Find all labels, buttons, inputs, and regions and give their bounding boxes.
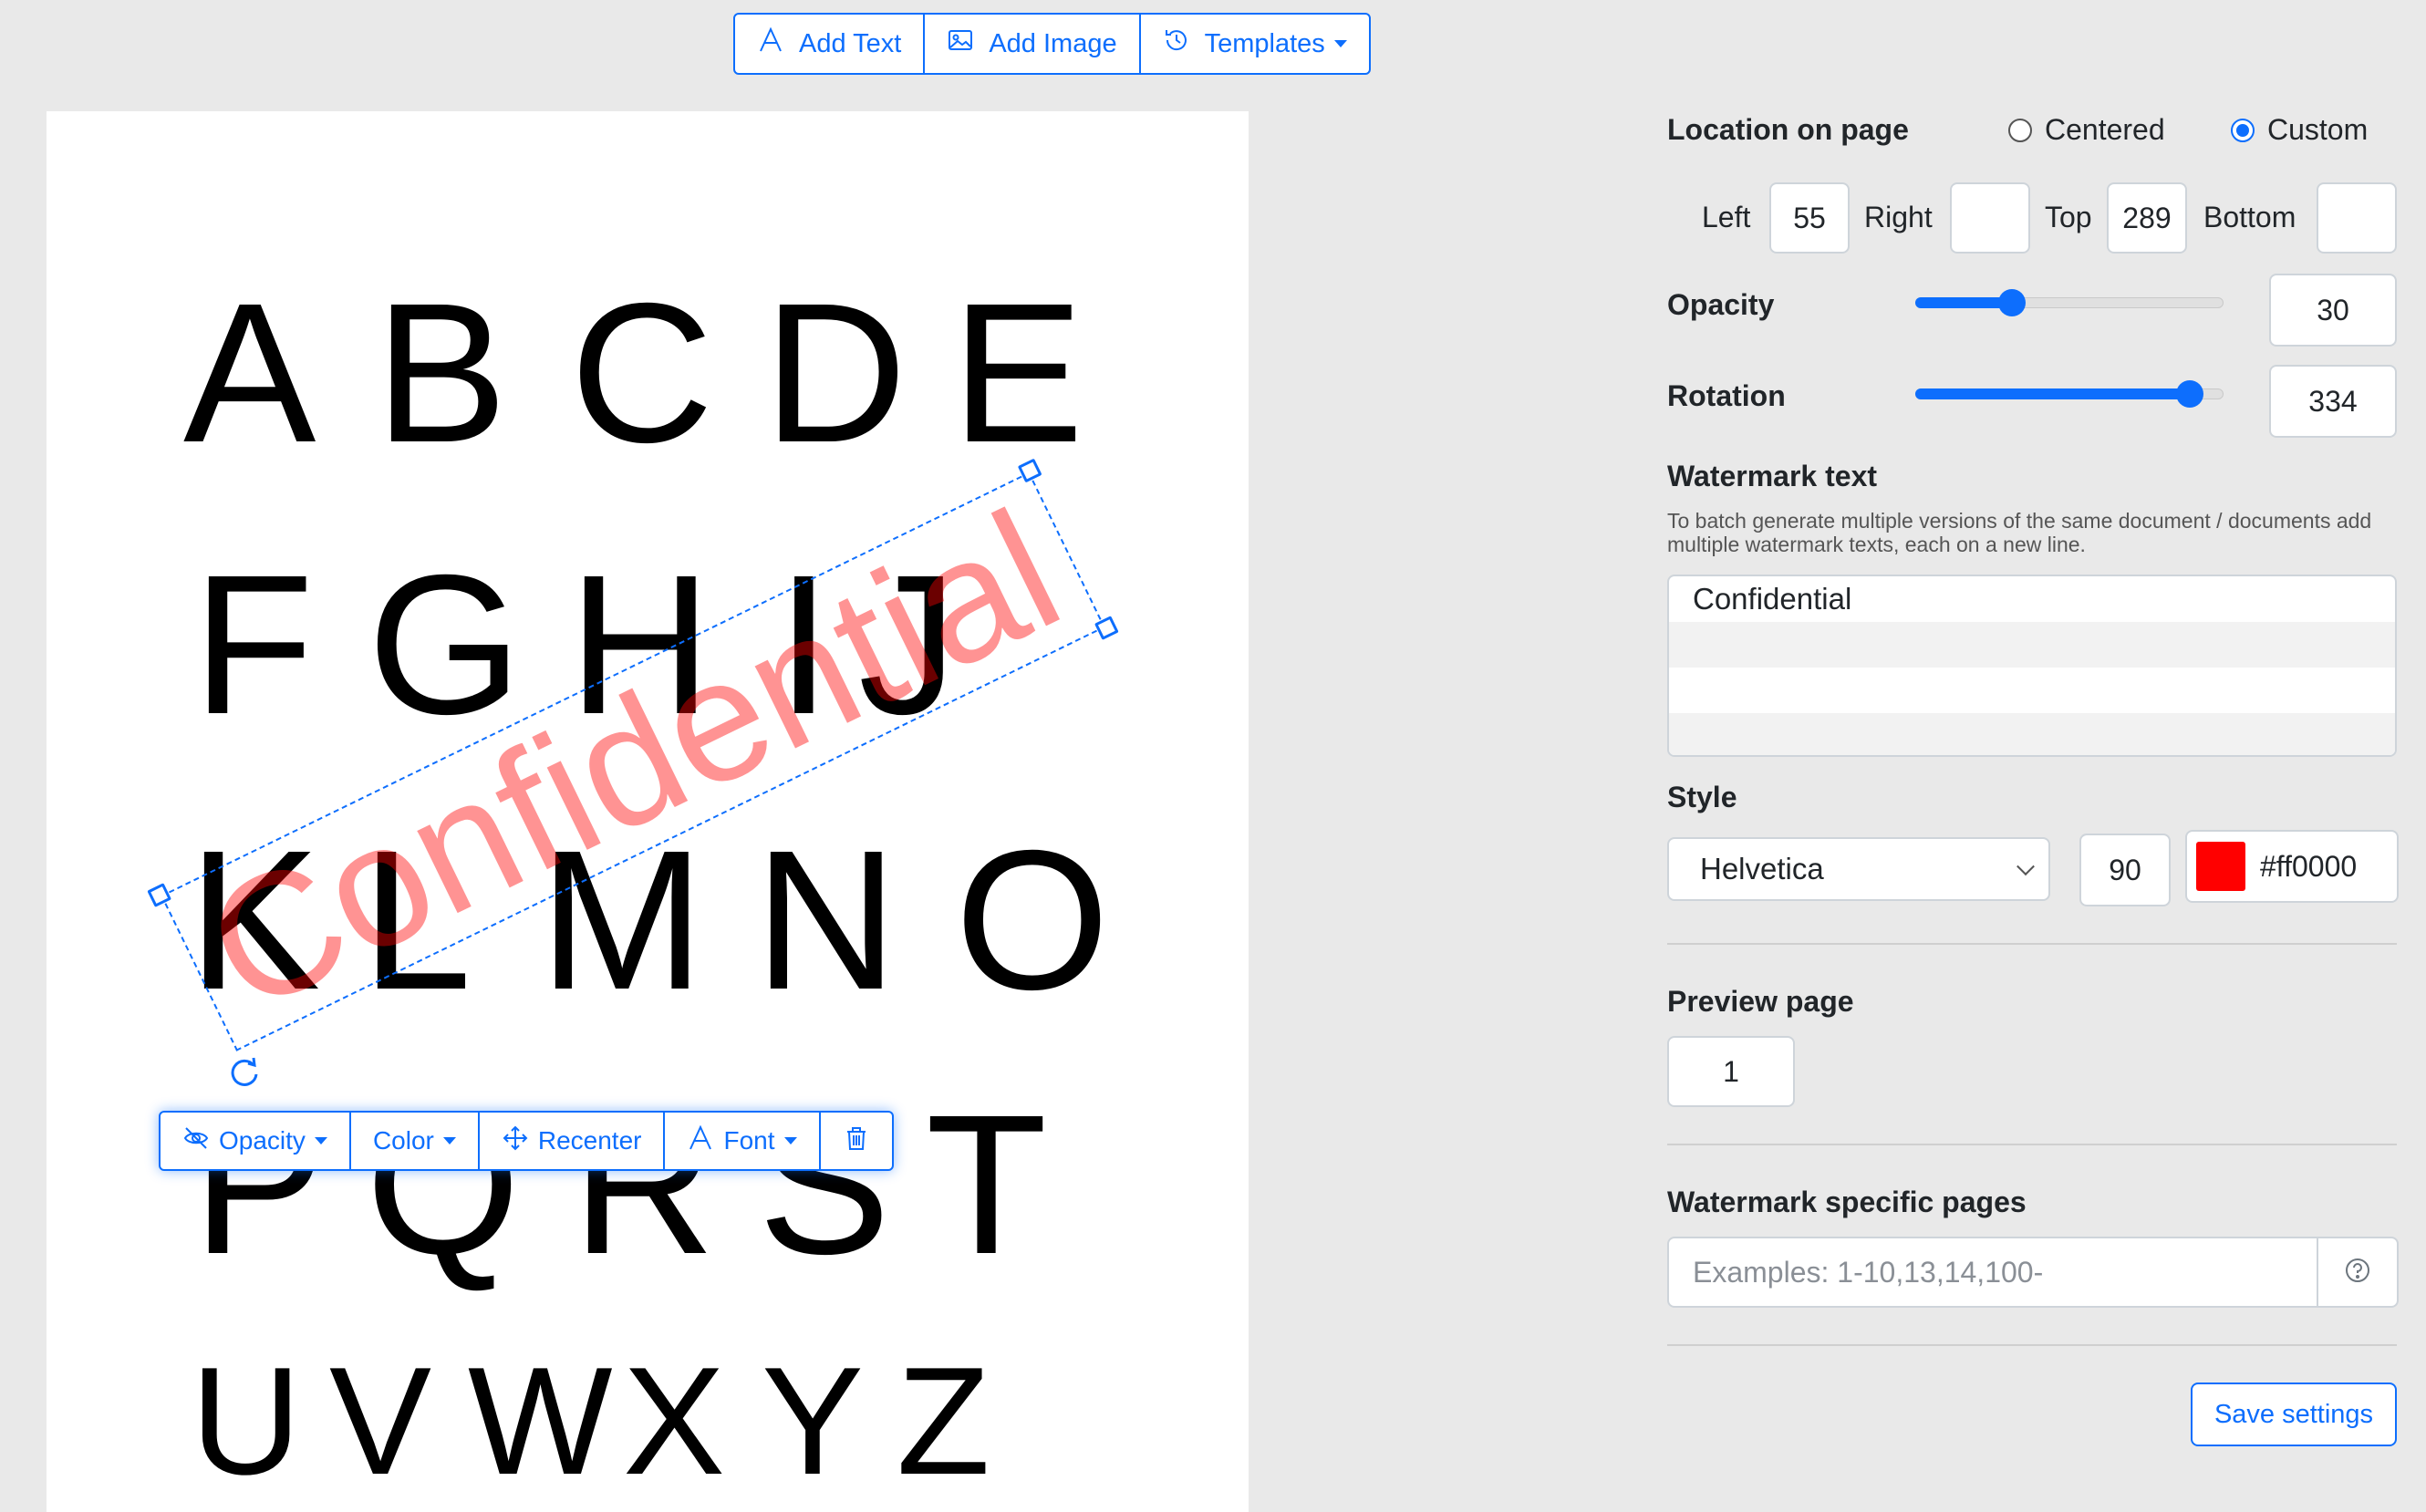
color-hex-label: #ff0000: [2260, 849, 2358, 883]
specific-pages-group: Examples: 1-10,13,14,100-: [1667, 1237, 2399, 1308]
page-letter: U: [191, 1335, 302, 1507]
history-icon: [1163, 26, 1190, 61]
add-text-button[interactable]: Add Text: [735, 15, 926, 73]
textarea-line: Confidential: [1693, 582, 1852, 616]
color-swatch[interactable]: [2196, 842, 2245, 891]
font-select[interactable]: Helvetica: [1667, 837, 2050, 901]
watermark-text-help: To batch generate multiple versions of t…: [1667, 509, 2372, 556]
eye-slash-icon: [182, 1124, 210, 1158]
top-input[interactable]: 289: [2107, 182, 2187, 254]
trash-icon: [843, 1124, 870, 1158]
font-size-input[interactable]: 90: [2079, 834, 2171, 906]
page-letter: T: [926, 1074, 1048, 1296]
centered-label: Centered: [2045, 113, 2165, 146]
add-text-label: Add Text: [799, 28, 902, 58]
page-letter: C: [570, 263, 714, 484]
image-icon: [947, 26, 974, 61]
caret-down-icon: [442, 1137, 456, 1144]
divider: [1667, 943, 2397, 945]
question-circle-icon: [2344, 1257, 2371, 1289]
recenter-label: Recenter: [537, 1126, 642, 1155]
page-letter: D: [763, 263, 907, 484]
custom-radio[interactable]: Custom: [2231, 113, 2368, 147]
opacity-label: Opacity: [219, 1126, 306, 1155]
page-letter: X: [623, 1335, 726, 1507]
textarea-line: [1669, 668, 2395, 713]
textarea-line: [1669, 713, 2395, 755]
editor-toolbar: Add Text Add Image Templates: [733, 13, 1371, 75]
page-letter: W: [468, 1335, 613, 1507]
opacity-input[interactable]: 30: [2269, 274, 2397, 347]
page-letter: G: [368, 534, 523, 756]
page-letter: Y: [762, 1335, 865, 1507]
rotation-input[interactable]: 334: [2269, 365, 2397, 438]
page-letter: N: [754, 810, 898, 1031]
textarea-line: [1669, 622, 2395, 668]
caret-down-icon: [1333, 40, 1347, 47]
font-icon: [687, 1124, 714, 1158]
font-icon: [757, 26, 784, 61]
preview-page-input[interactable]: 1: [1667, 1036, 1795, 1107]
add-image-button[interactable]: Add Image: [925, 15, 1141, 73]
watermark-toolbar: Opacity Color Recenter Font: [159, 1111, 894, 1171]
letter-row: A B C D E: [47, 263, 1249, 484]
help-button[interactable]: [2318, 1238, 2397, 1306]
right-input[interactable]: [1950, 182, 2030, 254]
move-arrows-icon: [502, 1124, 529, 1158]
save-settings-button[interactable]: Save settings: [2191, 1383, 2397, 1446]
opacity-slider-thumb[interactable]: [1998, 289, 2026, 316]
divider: [1667, 1144, 2397, 1145]
left-input[interactable]: 55: [1769, 182, 1850, 254]
page-letter: Z: [897, 1335, 990, 1507]
bottom-input[interactable]: [2317, 182, 2397, 254]
color-picker[interactable]: #ff0000: [2185, 830, 2399, 903]
opacity-label: Opacity: [1667, 288, 1775, 321]
color-dropdown[interactable]: Color: [351, 1113, 480, 1169]
page-letter: E: [951, 263, 1084, 484]
font-select-value: Helvetica: [1700, 852, 1824, 885]
custom-label: Custom: [2267, 113, 2369, 146]
opacity-dropdown[interactable]: Opacity: [161, 1113, 351, 1169]
templates-label: Templates: [1204, 28, 1325, 58]
letter-row: U V W X Y Z: [47, 1330, 1249, 1512]
delete-watermark-button[interactable]: [821, 1113, 892, 1169]
watermark-text-label: Watermark text: [1667, 460, 1878, 492]
page-letter: A: [183, 263, 316, 484]
rotate-handle-icon[interactable]: [226, 1054, 263, 1091]
specific-pages-input[interactable]: Examples: 1-10,13,14,100-: [1669, 1238, 2318, 1306]
chevron-down-icon: [2016, 857, 2035, 876]
page-letter: F: [192, 534, 315, 756]
right-label: Right: [1864, 201, 1933, 233]
left-label: Left: [1702, 201, 1751, 233]
rotation-label: Rotation: [1667, 379, 1786, 412]
page-letter: B: [375, 263, 508, 484]
font-dropdown[interactable]: Font: [665, 1113, 821, 1169]
bottom-label: Bottom: [2203, 201, 2296, 233]
divider: [1667, 1344, 2397, 1346]
caret-down-icon: [314, 1137, 327, 1144]
preview-page-label: Preview page: [1667, 985, 1854, 1018]
page-letter: V: [329, 1335, 432, 1507]
specific-pages-label: Watermark specific pages: [1667, 1186, 2027, 1218]
color-label: Color: [372, 1126, 434, 1155]
radio-checked[interactable]: [2231, 118, 2255, 142]
caret-down-icon: [783, 1137, 797, 1144]
rotation-slider-thumb[interactable]: [2176, 380, 2203, 408]
radio-unchecked[interactable]: [2008, 118, 2032, 142]
recenter-button[interactable]: Recenter: [480, 1113, 666, 1169]
centered-radio[interactable]: Centered: [2008, 113, 2165, 147]
font-label: Font: [723, 1126, 775, 1155]
add-image-label: Add Image: [989, 28, 1117, 58]
templates-dropdown[interactable]: Templates: [1141, 15, 1369, 73]
page-letter: O: [955, 810, 1110, 1031]
location-label: Location on page: [1667, 113, 1909, 146]
top-label: Top: [2045, 201, 2092, 233]
watermark-text-area[interactable]: Confidential: [1667, 575, 2397, 757]
style-label: Style: [1667, 781, 1737, 813]
